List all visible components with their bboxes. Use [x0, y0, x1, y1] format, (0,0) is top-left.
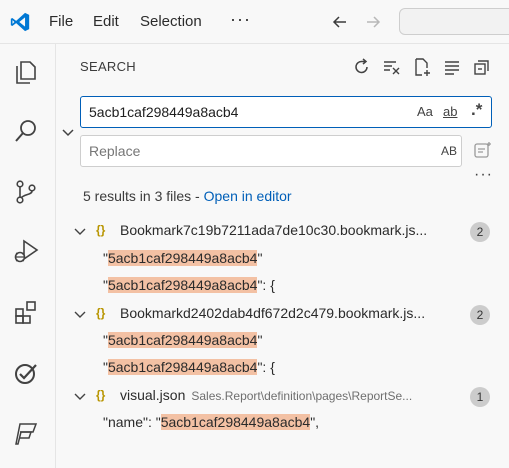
- match-suffix: ": [257, 332, 263, 348]
- match-highlight: 5acb1caf298449a8acb4: [107, 277, 258, 293]
- match-suffix: ": [257, 250, 263, 266]
- regex-toggle[interactable]: .*: [471, 100, 482, 120]
- match-line[interactable]: "name": "5acb1caf298449a8acb4",: [103, 414, 319, 436]
- replace-field[interactable]: Replace AB: [80, 135, 462, 167]
- json-file-icon: {}: [96, 388, 106, 402]
- result-file-name[interactable]: Bookmarkd2402dab4df672d2c479.bookmark.js…: [120, 305, 425, 321]
- search-input-value[interactable]: 5acb1caf298449a8acb4: [89, 104, 238, 120]
- search-input[interactable]: 5acb1caf298449a8acb4 Aa ab .*: [80, 96, 492, 128]
- match-line[interactable]: "5acb1caf298449a8acb4": {: [103, 277, 275, 299]
- json-file-icon: {}: [96, 306, 106, 320]
- arrow-left-icon[interactable]: [330, 12, 350, 32]
- match-suffix: ": {: [257, 359, 275, 375]
- vscode-logo-icon[interactable]: [9, 11, 31, 33]
- testing-icon[interactable]: [12, 359, 40, 387]
- search-sidebar: SEARCH 5acb1caf298449a8acb4 Aa ab .* Rep…: [56, 44, 509, 468]
- arrow-right-icon[interactable]: [363, 12, 383, 32]
- explorer-icon[interactable]: [12, 58, 40, 86]
- result-file-name[interactable]: Bookmark7c19b7211ada7de10c30.bookmark.js…: [120, 222, 427, 238]
- collapse-all-icon[interactable]: [472, 57, 492, 77]
- match-line[interactable]: "5acb1caf298449a8acb4": {: [103, 359, 275, 381]
- match-count-badge: 2: [470, 222, 490, 242]
- match-case-toggle[interactable]: Aa: [417, 104, 433, 119]
- match-suffix: ": {: [257, 277, 275, 293]
- more-actions-button[interactable]: ···: [474, 166, 493, 184]
- menu-more-button[interactable]: ···: [230, 9, 251, 30]
- sidebar-title: SEARCH: [80, 59, 136, 74]
- results-summary: 5 results in 3 files - Open in editor: [83, 188, 292, 204]
- match-suffix: ",: [310, 414, 320, 430]
- match-prefix: "name": ": [103, 414, 161, 430]
- open-in-editor-link[interactable]: Open in editor: [204, 188, 292, 204]
- activity-bar: [0, 44, 56, 468]
- title-bar: File Edit Selection ···: [0, 0, 509, 44]
- result-file-name[interactable]: visual.json Sales.Report\definition\pages…: [120, 387, 412, 403]
- match-line[interactable]: "5acb1caf298449a8acb4": [103, 332, 262, 354]
- replace-all-icon[interactable]: [472, 140, 494, 162]
- extensions-icon[interactable]: [12, 298, 40, 326]
- replace-placeholder[interactable]: Replace: [89, 143, 140, 159]
- chevron-down-icon[interactable]: [73, 308, 87, 322]
- fabric-icon[interactable]: [12, 420, 40, 448]
- new-search-editor-icon[interactable]: [412, 57, 432, 77]
- refresh-icon[interactable]: [352, 57, 372, 77]
- match-highlight: 5acb1caf298449a8acb4: [107, 250, 258, 266]
- menu-selection[interactable]: Selection: [140, 13, 202, 30]
- preserve-case-toggle[interactable]: AB: [441, 144, 457, 158]
- run-debug-icon[interactable]: [12, 237, 40, 265]
- match-highlight: 5acb1caf298449a8acb4: [107, 332, 258, 348]
- match-count-badge: 2: [470, 305, 490, 325]
- file-path-text: Sales.Report\definition\pages\ReportSe..…: [191, 389, 413, 403]
- chevron-down-icon[interactable]: [73, 390, 87, 404]
- result-file-row[interactable]: {} Bookmark7c19b7211ada7de10c30.bookmark…: [56, 220, 509, 244]
- clear-results-icon[interactable]: [382, 57, 402, 77]
- search-icon[interactable]: [12, 117, 40, 145]
- menu-edit[interactable]: Edit: [93, 13, 119, 30]
- match-whole-word-toggle[interactable]: ab: [443, 104, 457, 119]
- file-name-text: visual.json: [120, 387, 186, 403]
- view-as-list-icon[interactable]: [442, 57, 462, 77]
- chevron-down-icon[interactable]: [73, 225, 87, 239]
- result-file-row[interactable]: {} Bookmarkd2402dab4df672d2c479.bookmark…: [56, 303, 509, 327]
- command-center[interactable]: [399, 8, 509, 35]
- match-count-badge: 1: [470, 387, 490, 407]
- match-highlight: 5acb1caf298449a8acb4: [107, 359, 258, 375]
- match-highlight: 5acb1caf298449a8acb4: [160, 414, 311, 430]
- match-line[interactable]: "5acb1caf298449a8acb4": [103, 250, 262, 272]
- source-control-icon[interactable]: [12, 178, 40, 206]
- menu-file[interactable]: File: [49, 13, 73, 30]
- result-file-row[interactable]: {} visual.json Sales.Report\definition\pa…: [56, 385, 509, 409]
- results-summary-text: 5 results in 3 files -: [83, 188, 204, 204]
- chevron-down-icon[interactable]: [61, 126, 75, 140]
- json-file-icon: {}: [96, 223, 106, 237]
